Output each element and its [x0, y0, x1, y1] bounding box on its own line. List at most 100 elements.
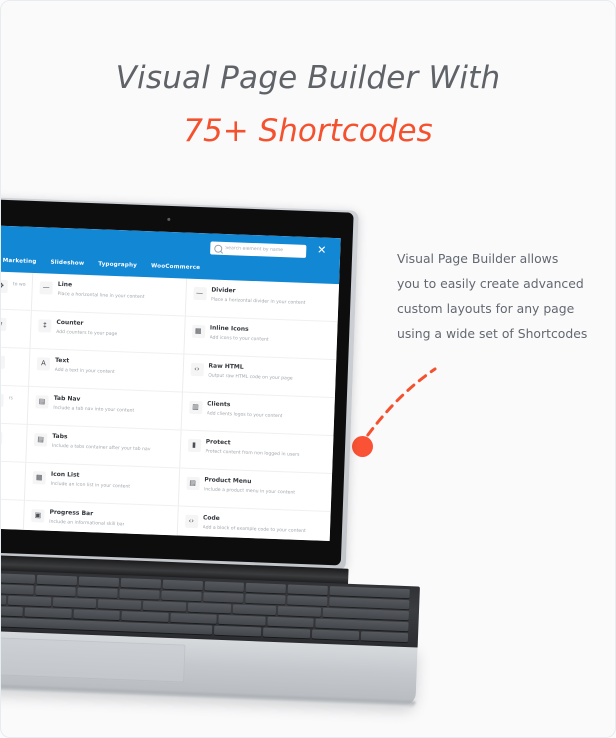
key[interactable]: [120, 578, 161, 589]
tab-marketing[interactable]: Marketing: [3, 258, 37, 265]
element-desc: Protect content from non logged in users: [205, 449, 300, 458]
key[interactable]: [162, 579, 203, 591]
list-item[interactable]: ▤: [1, 423, 27, 463]
element-icon: A: [1, 355, 6, 369]
key[interactable]: [97, 599, 142, 610]
element-name: Icon List: [50, 470, 80, 479]
list-item[interactable]: ⚑: [1, 537, 23, 542]
element-desc: Add counters to your page: [55, 329, 118, 338]
list-item[interactable]: ▤ Product Menu Include a product menu in y…: [178, 468, 333, 513]
key[interactable]: [312, 629, 360, 641]
page-title: Visual Page Builder With: [115, 60, 501, 96]
element-desc: Output raw HTML code on your page: [208, 373, 293, 382]
counter-icon: ↕: [38, 319, 52, 333]
key[interactable]: [287, 584, 329, 596]
key[interactable]: [329, 597, 410, 610]
key[interactable]: [322, 607, 410, 621]
key[interactable]: [78, 576, 119, 587]
element-desc: Add icons to your content: [209, 335, 269, 343]
list-item[interactable]: ≡: [1, 309, 31, 349]
page-subtitle: 75+ Shortcodes: [183, 112, 433, 149]
key[interactable]: [121, 611, 169, 622]
element-desc: Include an icon list in your content: [50, 481, 131, 490]
key[interactable]: [1, 605, 24, 617]
laptop-lid: Search element by name ✕ Marketing Slide…: [1, 197, 359, 571]
key[interactable]: [1, 573, 36, 584]
element-icon: ❖: [1, 279, 8, 294]
key[interactable]: [1, 594, 7, 605]
icon-list-icon: ▦: [32, 471, 46, 485]
element-icon: ≡: [1, 317, 7, 332]
list-item[interactable]: ↕ Counter Add counters to your page: [30, 310, 185, 355]
list-item[interactable]: ❖ to work with a custom: [1, 271, 33, 311]
key[interactable]: [267, 616, 314, 628]
key[interactable]: [119, 589, 160, 600]
tab-woocommerce[interactable]: WooCommerce: [151, 263, 200, 271]
key[interactable]: [263, 627, 311, 639]
list-item[interactable]: ▤ Tabs Include a tabs container after your…: [26, 424, 181, 469]
element-desc: Include an informational skill bar: [49, 519, 125, 528]
list-item[interactable]: A Text Add a text in your content: [29, 348, 183, 393]
key[interactable]: [142, 600, 187, 612]
list-item[interactable]: ▮ Protect Protect content from non logged …: [179, 430, 334, 475]
key[interactable]: [232, 604, 277, 616]
tab-typography[interactable]: Typography: [98, 261, 137, 268]
close-icon[interactable]: ✕: [316, 244, 327, 256]
list-item[interactable]: ▦ Inline Icons Add icons to your content: [183, 316, 338, 361]
element-desc: Include a tabs container after your tab …: [51, 443, 151, 453]
key[interactable]: [161, 590, 202, 602]
text-icon: A: [36, 357, 51, 371]
key[interactable]: [1, 584, 34, 595]
key[interactable]: [203, 592, 244, 603]
list-item[interactable]: ‹› Raw HTML Output raw HTML code on your p…: [182, 354, 337, 399]
key[interactable]: [246, 582, 287, 594]
tabs-icon: ▤: [33, 433, 48, 447]
element-desc: Place a horizontal line in your content: [57, 291, 145, 301]
key[interactable]: [170, 613, 217, 624]
key[interactable]: [204, 581, 245, 592]
progress-bar-icon: ▣: [31, 509, 45, 523]
key[interactable]: [52, 597, 97, 609]
key[interactable]: [214, 625, 262, 637]
list-item[interactable]: ‹› Code Add a block of example code to you…: [176, 506, 331, 542]
key[interactable]: [35, 585, 76, 597]
key[interactable]: [187, 602, 232, 614]
list-item[interactable]: A: [1, 347, 30, 387]
element-name: Inline Icons: [209, 324, 249, 333]
element-name: Text: [54, 356, 70, 365]
list-item[interactable]: ■ rs: [1, 385, 29, 425]
list-item[interactable]: ▦ Icon List Include an icon list in your c…: [24, 462, 179, 507]
element-name: Counter: [56, 318, 84, 327]
key[interactable]: [245, 593, 286, 605]
search-placeholder: Search element by name: [225, 245, 284, 254]
key[interactable]: [329, 586, 410, 599]
screen-content: Search element by name ✕ Marketing Slide…: [1, 225, 341, 542]
key[interactable]: [24, 607, 72, 619]
search-input[interactable]: Search element by name: [210, 241, 307, 258]
trackpad[interactable]: [1, 637, 186, 683]
tab-slideshow[interactable]: Slideshow: [50, 260, 84, 267]
key[interactable]: [360, 631, 409, 643]
element-icon: ▦: [1, 469, 2, 483]
key[interactable]: [218, 614, 266, 626]
key[interactable]: [73, 609, 121, 621]
key[interactable]: [77, 587, 118, 598]
key[interactable]: [287, 595, 328, 607]
element-icon: ■: [1, 393, 4, 407]
protect-icon: ▮: [187, 438, 201, 453]
divider-icon: —: [192, 286, 207, 301]
search-icon: [214, 244, 223, 253]
list-item[interactable]: ▥ Clients Add clients logos to your conten…: [181, 392, 335, 437]
list-item[interactable]: — Line Place a horizontal line in your con…: [31, 272, 186, 317]
element-desc: Place a horizontal divider in your conte…: [210, 297, 306, 306]
list-item[interactable]: ▦: [1, 461, 26, 501]
key[interactable]: [36, 574, 78, 586]
key[interactable]: [277, 606, 322, 617]
list-item[interactable]: ▤ Tab Nav Include a tab nav into your cont…: [27, 386, 182, 431]
list-item[interactable]: ▣ Progress Bar Include an informational sk…: [23, 500, 178, 542]
key[interactable]: [7, 595, 52, 607]
list-item[interactable]: — Divider Place a horizontal divider in yo…: [185, 278, 340, 323]
list-item[interactable]: ⚑BannerInclude a Banner into your conten…: [22, 538, 176, 542]
list-item[interactable]: ▣: [1, 499, 24, 539]
element-column-left: — Line Place a horizontal line in your con…: [22, 272, 187, 542]
